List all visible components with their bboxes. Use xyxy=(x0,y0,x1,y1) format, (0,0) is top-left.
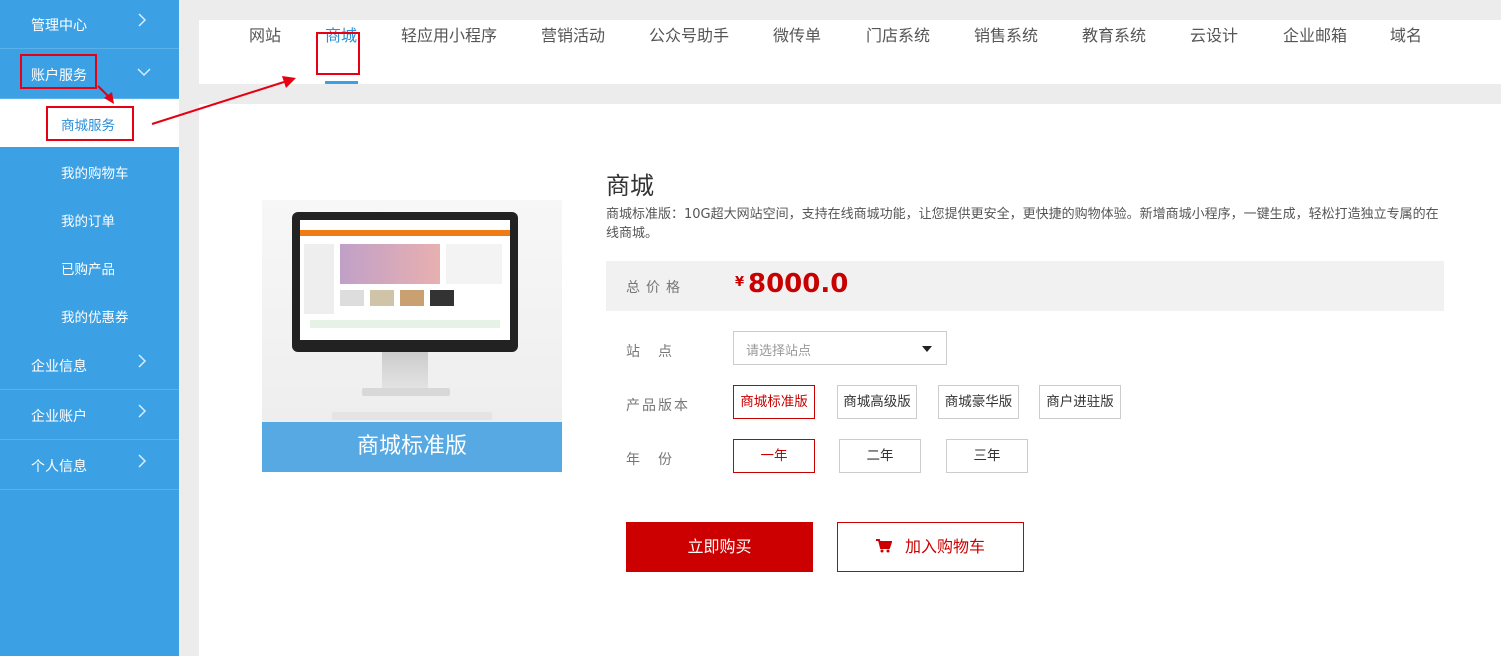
version-label: 产品版本 xyxy=(626,398,690,414)
sidebar-item-label: 个人信息 xyxy=(31,459,87,475)
sidebar-subitem-label: 已购产品 xyxy=(61,262,115,278)
tab-website[interactable]: 网站 xyxy=(249,22,281,46)
site-label: 站 点 xyxy=(626,344,674,360)
dropdown-caret-icon xyxy=(922,346,932,352)
product-description: 商城标准版：10G超大网站空间，支持在线商城功能，让您提供更安全，更快捷的购物体… xyxy=(606,207,1439,241)
product-image: 商城标准版 xyxy=(262,200,562,472)
sidebar-item-company-account[interactable]: 企业账户 xyxy=(0,391,179,440)
year-option-3[interactable]: 三年 xyxy=(946,439,1028,473)
tab-mini-program[interactable]: 轻应用小程序 xyxy=(401,22,497,46)
site-select[interactable]: 请选择站点 xyxy=(733,331,947,365)
sidebar-subitem-cart[interactable]: 我的购物车 xyxy=(0,147,179,195)
tab-flyer[interactable]: 微传单 xyxy=(773,22,821,46)
cart-icon xyxy=(875,524,893,572)
sidebar-item-management[interactable]: 管理中心 xyxy=(0,0,179,49)
sidebar-subitem-label: 我的购物车 xyxy=(61,166,129,182)
chevron-down-icon xyxy=(137,62,151,82)
annotation-box-account-services xyxy=(20,54,97,89)
version-option-standard[interactable]: 商城标准版 xyxy=(733,385,815,419)
sidebar-subitem-purchased[interactable]: 已购产品 xyxy=(0,243,179,291)
price-row: 总价格 ¥ 8000.0 xyxy=(606,261,1444,311)
chevron-right-icon xyxy=(137,403,151,423)
version-option-deluxe[interactable]: 商城豪华版 xyxy=(938,385,1019,419)
tab-education-system[interactable]: 教育系统 xyxy=(1082,22,1146,46)
product-title: 商城 xyxy=(606,172,654,200)
sidebar-item-label: 企业账户 xyxy=(31,409,87,425)
year-option-1[interactable]: 一年 xyxy=(733,439,815,473)
chevron-right-icon xyxy=(137,353,151,373)
monitor-image xyxy=(292,212,518,352)
tab-marketing[interactable]: 营销活动 xyxy=(541,22,605,46)
sidebar: 管理中心 账户服务 商城服务 我的购物车 我的订单 已购产品 我的优惠券 企业信… xyxy=(0,0,179,656)
annotation-box-mall-tab xyxy=(316,32,360,75)
tab-domain[interactable]: 域名 xyxy=(1390,22,1422,46)
sidebar-subitem-label: 我的订单 xyxy=(61,214,115,230)
sidebar-subitem-orders[interactable]: 我的订单 xyxy=(0,195,179,243)
sidebar-subitem-coupons[interactable]: 我的优惠券 xyxy=(0,291,179,339)
sidebar-item-company-info[interactable]: 企业信息 xyxy=(0,341,179,390)
price-value: 8000.0 xyxy=(748,269,849,299)
chevron-right-icon xyxy=(137,453,151,473)
sidebar-item-label: 管理中心 xyxy=(31,18,87,34)
tab-sales-system[interactable]: 销售系统 xyxy=(974,22,1038,46)
tab-store-system[interactable]: 门店系统 xyxy=(866,22,930,46)
product-image-caption: 商城标准版 xyxy=(262,422,562,472)
site-select-placeholder: 请选择站点 xyxy=(746,344,812,359)
add-to-cart-button[interactable]: 加入购物车 xyxy=(837,522,1024,572)
sidebar-item-label: 企业信息 xyxy=(31,359,87,375)
version-option-merchant[interactable]: 商户进驻版 xyxy=(1039,385,1121,419)
tab-cloud-design[interactable]: 云设计 xyxy=(1190,22,1238,46)
sidebar-item-personal-info[interactable]: 个人信息 xyxy=(0,441,179,490)
add-to-cart-label: 加入购物车 xyxy=(905,537,986,556)
year-label: 年 份 xyxy=(626,452,674,468)
year-option-2[interactable]: 二年 xyxy=(839,439,921,473)
tab-official-account[interactable]: 公众号助手 xyxy=(649,22,729,46)
tab-enterprise-mail[interactable]: 企业邮箱 xyxy=(1283,22,1347,46)
currency-symbol: ¥ xyxy=(735,275,745,290)
buy-now-button[interactable]: 立即购买 xyxy=(626,522,813,572)
annotation-box-mall-services xyxy=(46,106,134,141)
chevron-right-icon xyxy=(137,12,151,32)
sidebar-subitem-label: 我的优惠券 xyxy=(61,310,129,326)
price-label: 总价格 xyxy=(626,280,686,296)
version-option-advanced[interactable]: 商城高级版 xyxy=(837,385,917,419)
active-tab-indicator xyxy=(325,81,358,84)
